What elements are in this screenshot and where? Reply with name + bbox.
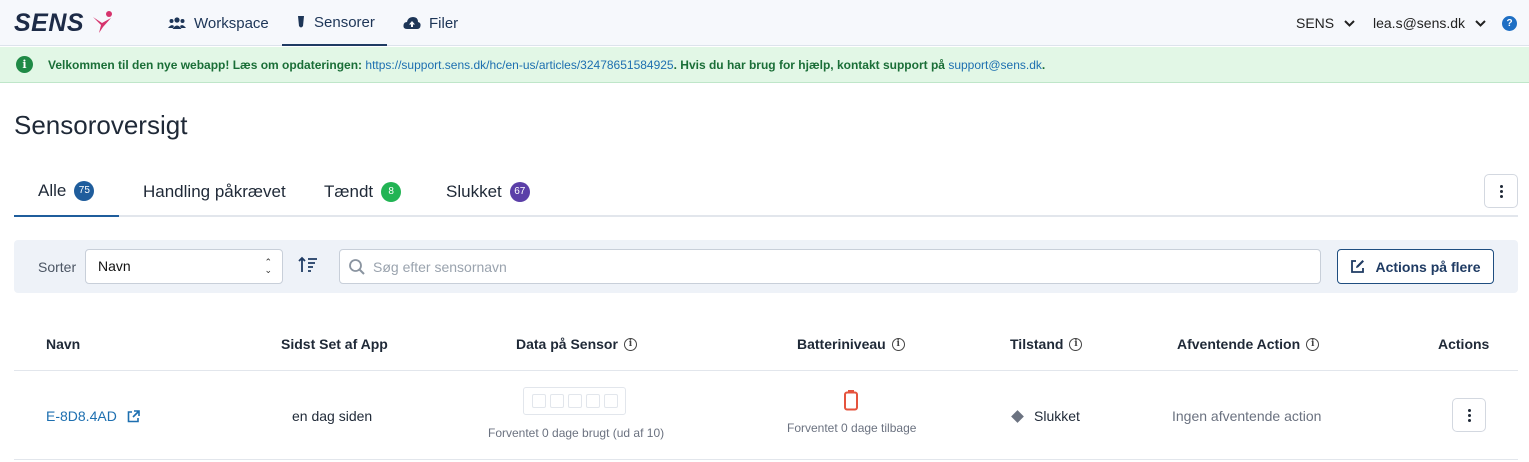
column-header-label: Afventende Action	[1177, 336, 1301, 352]
table-toolbar: Sorter Navn ⌃⌄ Actions på flere	[14, 240, 1518, 293]
tab-alle-count-badge: 75	[74, 180, 95, 201]
sensor-icon	[298, 16, 304, 28]
info-icon[interactable]: i	[1306, 337, 1320, 351]
org-switcher[interactable]: SENS	[1296, 0, 1355, 46]
tab-taendt-label: Tændt	[324, 181, 374, 201]
tab-alle-label: Alle	[38, 180, 67, 200]
sort-select[interactable]: Navn ⌃ ⌄	[85, 249, 283, 284]
tab-handling-paakraevet[interactable]: Handling påkrævet	[143, 166, 286, 217]
search-icon	[349, 259, 365, 275]
cloud-upload-icon	[403, 17, 421, 29]
help-icon[interactable]: ?	[1502, 16, 1517, 31]
table-header: Navn Sidst Set af App Data på Sensor i Ba…	[14, 318, 1518, 371]
banner-middle: . Hvis du har brug for hjælp, kontakt su…	[673, 57, 945, 72]
people-group-icon	[168, 17, 186, 29]
chevron-down-icon	[1344, 19, 1355, 27]
data-slot	[567, 394, 582, 408]
sensor-name-link[interactable]: E-8D8.4AD	[46, 408, 140, 424]
kebab-dot	[1499, 194, 1503, 198]
banner-support-link[interactable]: https://support.sens.dk/hc/en-us/article…	[365, 58, 673, 72]
data-slot	[585, 394, 600, 408]
column-header-tilstand[interactable]: Tilstand i	[1010, 336, 1083, 352]
data-slot	[549, 394, 564, 408]
nav-tab-workspace[interactable]: Workspace	[168, 0, 269, 46]
search-input[interactable]	[373, 250, 1313, 283]
column-header-label: Tilstand	[1010, 336, 1064, 352]
data-slot	[531, 394, 546, 408]
column-header-batteriniveau[interactable]: Batteriniveau i	[797, 336, 905, 352]
nav-tab-filer[interactable]: Filer	[403, 0, 458, 46]
column-header-sidst-set[interactable]: Sidst Set af App	[281, 336, 388, 352]
kebab-dot	[1467, 418, 1471, 422]
bulk-actions-button[interactable]: Actions på flere	[1337, 249, 1494, 284]
state-indicator: Slukket	[1011, 408, 1080, 424]
banner-suffix: .	[1041, 57, 1046, 72]
tab-taendt[interactable]: Tændt 8	[324, 166, 402, 217]
state-label: Slukket	[1034, 408, 1080, 424]
column-header-label: Navn	[46, 336, 81, 352]
kebab-dot	[1499, 184, 1503, 188]
info-icon: i	[16, 56, 33, 73]
diamond-icon	[1011, 409, 1024, 423]
logo-figure-icon	[93, 11, 112, 33]
user-email: lea.s@sens.dk	[1373, 15, 1466, 31]
info-icon[interactable]: i	[891, 337, 905, 351]
info-icon[interactable]: i	[1069, 337, 1083, 351]
kebab-dot	[1467, 408, 1471, 412]
sensor-filter-tabs: Alle 75 Handling påkrævet Tændt 8 Slukke…	[14, 166, 1518, 217]
bulk-actions-label: Actions på flere	[1375, 258, 1481, 275]
data-caption: Forventet 0 dage brugt (ud af 10)	[488, 426, 665, 440]
column-header-label: Sidst Set af App	[281, 336, 388, 352]
tabs-more-options-button[interactable]	[1484, 174, 1518, 208]
sort-direction-icon[interactable]	[298, 256, 318, 274]
org-label: SENS	[1296, 15, 1335, 31]
tab-handling-label: Handling påkrævet	[143, 181, 286, 201]
external-link-icon	[127, 409, 140, 422]
banner-email-link[interactable]: support@sens.dk	[948, 58, 1042, 72]
info-icon[interactable]: i	[623, 337, 637, 351]
nav-tab-workspace-label: Workspace	[194, 14, 269, 32]
tab-slukket-label: Slukket	[446, 181, 502, 201]
sort-select-value: Navn	[98, 258, 131, 274]
nav-tab-filer-label: Filer	[429, 14, 459, 32]
column-header-actions: Actions	[1438, 336, 1489, 352]
chevron-down-icon	[1475, 19, 1486, 27]
data-slot	[603, 394, 618, 408]
sensor-name: E-8D8.4AD	[46, 408, 117, 424]
tab-alle[interactable]: Alle 75	[14, 166, 119, 217]
sort-label: Sorter	[38, 259, 77, 275]
table-row: E-8D8.4AD en dag siden Forventet 0 dage …	[14, 371, 1518, 460]
row-actions-button[interactable]	[1452, 398, 1486, 432]
tab-slukket-count-badge: 67	[509, 181, 530, 202]
last-seen-value: en dag siden	[292, 408, 373, 424]
edit-icon	[1351, 260, 1365, 273]
battery-caption: Forventet 0 dage tilbage	[787, 421, 917, 435]
up-down-chevron-icon: ⌃ ⌄	[264, 257, 272, 275]
column-header-data-paa-sensor[interactable]: Data på Sensor i	[516, 336, 637, 352]
kebab-dot	[1467, 413, 1471, 417]
column-header-label: Batteriniveau	[797, 336, 886, 352]
nav-tab-sensorer[interactable]: Sensorer	[282, 0, 387, 46]
banner-prefix: Velkommen til den nye webapp! Læs om opd…	[48, 57, 363, 72]
page-title: Sensoroversigt	[14, 110, 188, 140]
tab-taendt-count-badge: 8	[381, 181, 402, 202]
data-usage-indicator	[523, 387, 626, 415]
column-header-navn[interactable]: Navn	[46, 336, 80, 352]
column-header-afventende-action[interactable]: Afventende Action i	[1177, 336, 1320, 352]
column-header-label: Data på Sensor	[516, 336, 618, 352]
tab-slukket[interactable]: Slukket 67	[446, 166, 530, 217]
nav-tab-sensorer-label: Sensorer	[314, 13, 375, 31]
sens-logo[interactable]: SENS	[14, 9, 84, 38]
welcome-banner: i Velkommen til den nye webapp! Læs om o…	[0, 47, 1529, 83]
pending-action-value: Ingen afventende action	[1172, 408, 1322, 424]
search-box[interactable]	[339, 249, 1321, 284]
user-menu[interactable]: lea.s@sens.dk	[1373, 0, 1486, 46]
battery-empty-icon	[844, 390, 858, 411]
kebab-dot	[1499, 189, 1503, 193]
column-header-label: Actions	[1438, 336, 1490, 352]
top-navigation: SENS Workspace Sensorer Filer SENS lea.s…	[0, 0, 1529, 46]
